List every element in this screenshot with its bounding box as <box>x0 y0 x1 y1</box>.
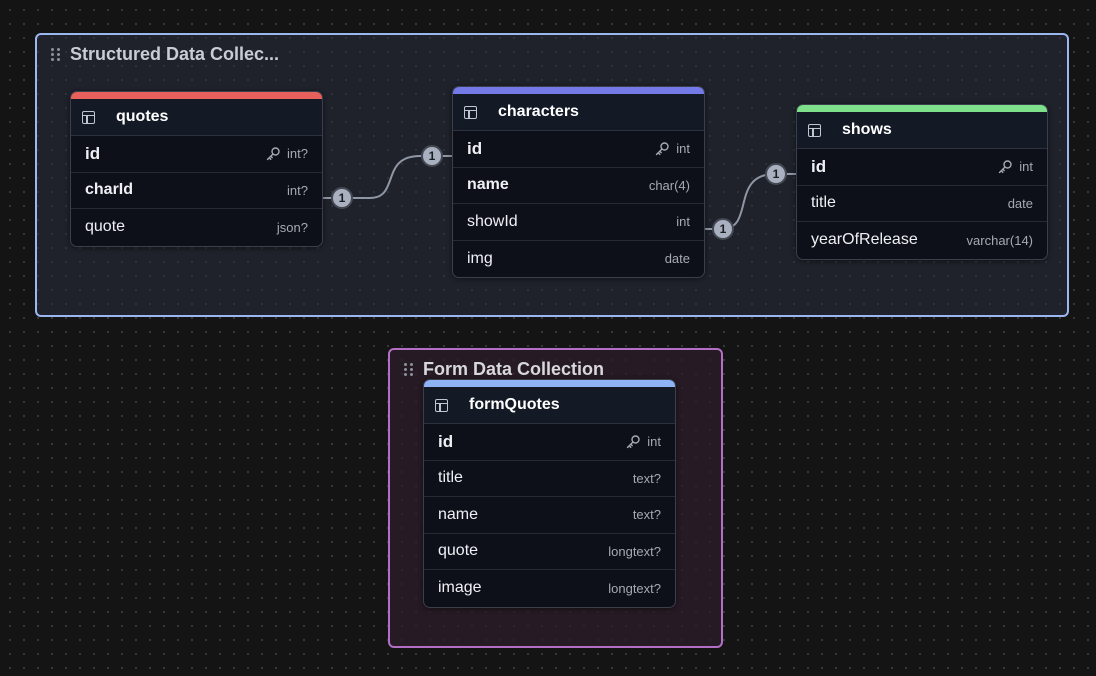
column-row[interactable]: showId int <box>453 204 704 241</box>
column-type-label: json? <box>276 219 308 235</box>
column-row[interactable]: name char(4) <box>453 168 704 204</box>
column-type-label: int? <box>287 182 308 198</box>
table-icon <box>464 105 477 119</box>
column-row[interactable]: id int? <box>71 136 322 173</box>
column-row[interactable]: img date <box>453 241 704 278</box>
column-type-label: date <box>664 251 690 267</box>
column-name: quote <box>85 218 126 236</box>
table-header[interactable]: formQuotes <box>424 387 675 424</box>
table-name: characters <box>498 103 579 120</box>
cardinality-marker-characters-showid[interactable]: 1 <box>712 218 734 240</box>
table-icon <box>435 398 448 412</box>
key-icon <box>627 435 640 448</box>
table-icon <box>82 110 95 124</box>
column-name: id <box>811 156 827 176</box>
table-quotes[interactable]: quotes id int? charId int? quote json? <box>70 91 323 247</box>
column-row[interactable]: title text? <box>424 461 675 497</box>
group-title: Structured Data Collec... <box>70 44 280 64</box>
group-header: Form Data Collection <box>404 359 604 380</box>
column-type-label: longtext? <box>608 580 661 596</box>
column-type-label: int <box>676 214 690 230</box>
column-row[interactable]: charId int? <box>71 173 322 209</box>
key-icon <box>656 142 669 155</box>
column-row[interactable]: id int <box>453 131 704 168</box>
table-header[interactable]: characters <box>453 94 704 131</box>
column-name: yearOfRelease <box>811 231 918 249</box>
column-type: int <box>654 141 690 157</box>
table-header[interactable]: shows <box>797 112 1047 149</box>
cardinality-marker-shows-id[interactable]: 1 <box>765 163 787 185</box>
table-name: shows <box>842 121 892 138</box>
column-type-label: int <box>647 434 661 450</box>
key-icon <box>999 160 1012 173</box>
column-type-label: date <box>1007 195 1033 211</box>
column-type-label: char(4) <box>648 177 690 193</box>
column-type-label: int <box>1019 159 1033 175</box>
column-type-label: varchar(14) <box>966 232 1033 248</box>
column-type-label: int? <box>287 146 308 162</box>
table-color-bar <box>797 105 1047 112</box>
table-characters[interactable]: characters id int name char(4) showId in… <box>452 86 705 278</box>
column-name: id <box>85 143 101 163</box>
table-name: quotes <box>116 108 169 125</box>
column-row[interactable]: image longtext? <box>424 570 675 607</box>
column-type-label: text? <box>632 470 661 486</box>
column-name: name <box>467 176 509 194</box>
table-icon <box>808 123 821 137</box>
column-row[interactable]: name text? <box>424 497 675 534</box>
column-type-label: text? <box>632 507 661 523</box>
table-shows[interactable]: shows id int title date yearOfRelease va… <box>796 104 1048 260</box>
group-title: Form Data Collection <box>423 359 605 379</box>
column-name: name <box>438 505 479 523</box>
table-color-bar <box>71 92 322 99</box>
column-type: int? <box>265 146 308 162</box>
table-name: formQuotes <box>469 396 560 413</box>
column-name: id <box>438 431 454 451</box>
column-row[interactable]: id int <box>424 424 675 461</box>
column-name: showId <box>467 212 518 230</box>
column-row[interactable]: yearOfRelease varchar(14) <box>797 222 1047 259</box>
column-type-label: longtext? <box>608 543 661 559</box>
column-name: quote <box>438 542 479 560</box>
column-row[interactable]: quote longtext? <box>424 534 675 570</box>
column-name: title <box>811 194 836 212</box>
cardinality-marker-quotes-charid[interactable]: 1 <box>331 187 353 209</box>
group-header: Structured Data Collec... <box>51 44 279 65</box>
table-formquotes[interactable]: formQuotes id int title text? name text?… <box>423 379 676 608</box>
drag-handle-icon[interactable] <box>404 363 413 376</box>
table-color-bar <box>453 87 704 94</box>
table-color-bar <box>424 380 675 387</box>
column-type: int <box>997 159 1033 175</box>
key-icon <box>266 147 280 160</box>
column-row[interactable]: id int <box>797 149 1047 186</box>
column-name: title <box>438 469 463 487</box>
column-name: img <box>467 249 493 267</box>
column-type-label: int <box>676 141 690 157</box>
cardinality-marker-characters-id[interactable]: 1 <box>421 145 443 167</box>
column-name: charId <box>85 181 134 199</box>
column-row[interactable]: quote json? <box>71 209 322 246</box>
drag-handle-icon[interactable] <box>51 48 60 61</box>
column-name: image <box>438 579 482 597</box>
column-row[interactable]: title date <box>797 186 1047 222</box>
column-name: id <box>467 138 483 158</box>
table-header[interactable]: quotes <box>71 99 322 136</box>
column-type: int <box>625 434 661 450</box>
